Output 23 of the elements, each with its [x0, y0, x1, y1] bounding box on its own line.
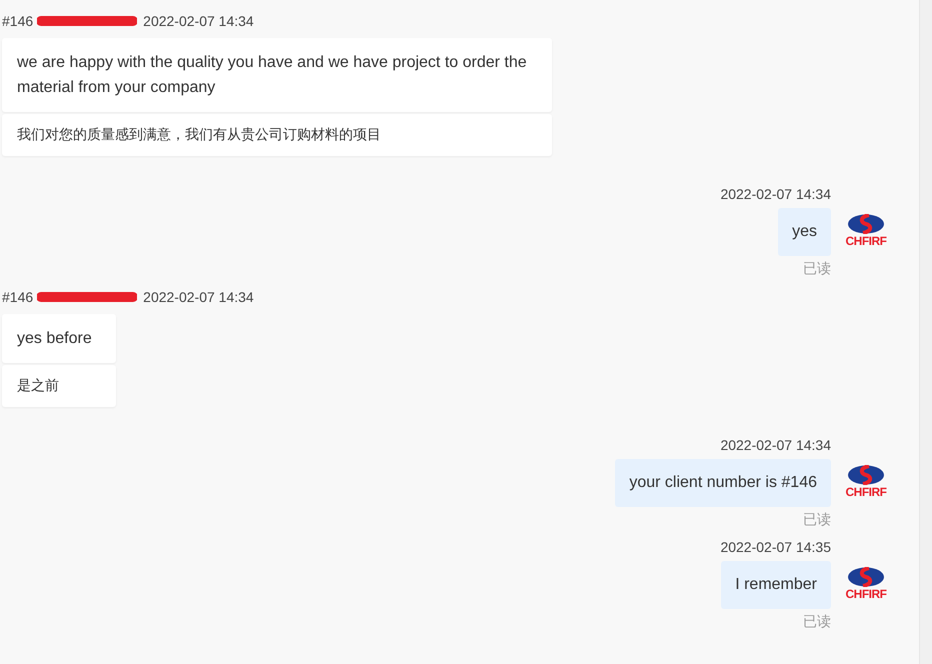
read-status: 已读	[803, 260, 831, 278]
logo-text: CHFIRF	[846, 587, 886, 601]
sender-id: #146	[2, 289, 34, 305]
sender-id: #146	[2, 13, 34, 29]
message-time: 2022-02-07 14:34	[720, 186, 831, 202]
read-status: 已读	[803, 613, 831, 631]
message-time: 2022-02-07 14:35	[720, 539, 831, 555]
message-text: we are happy with the quality you have and we have project to order the material from your company	[2, 38, 552, 112]
translation-text: 我们对您的质量感到满意，我们有从贵公司订购材料的项目	[2, 114, 552, 156]
logo-text: CHFIRF	[846, 485, 886, 499]
message-bubble: I remember	[721, 561, 831, 609]
message-time: 2022-02-07 14:34	[143, 13, 254, 29]
logo-icon	[847, 465, 885, 485]
translation-text: 是之前	[2, 365, 116, 407]
message-bubble: yes	[778, 208, 831, 256]
message-time: 2022-02-07 14:34	[143, 289, 254, 305]
logo-text: CHFIRF	[846, 234, 886, 248]
message-text: yes before	[2, 314, 116, 363]
read-status: 已读	[803, 511, 831, 529]
logo-icon	[847, 214, 885, 234]
message-time: 2022-02-07 14:34	[720, 437, 831, 453]
logo-icon	[847, 567, 885, 587]
message-bubble: your client number is #146	[615, 459, 831, 507]
